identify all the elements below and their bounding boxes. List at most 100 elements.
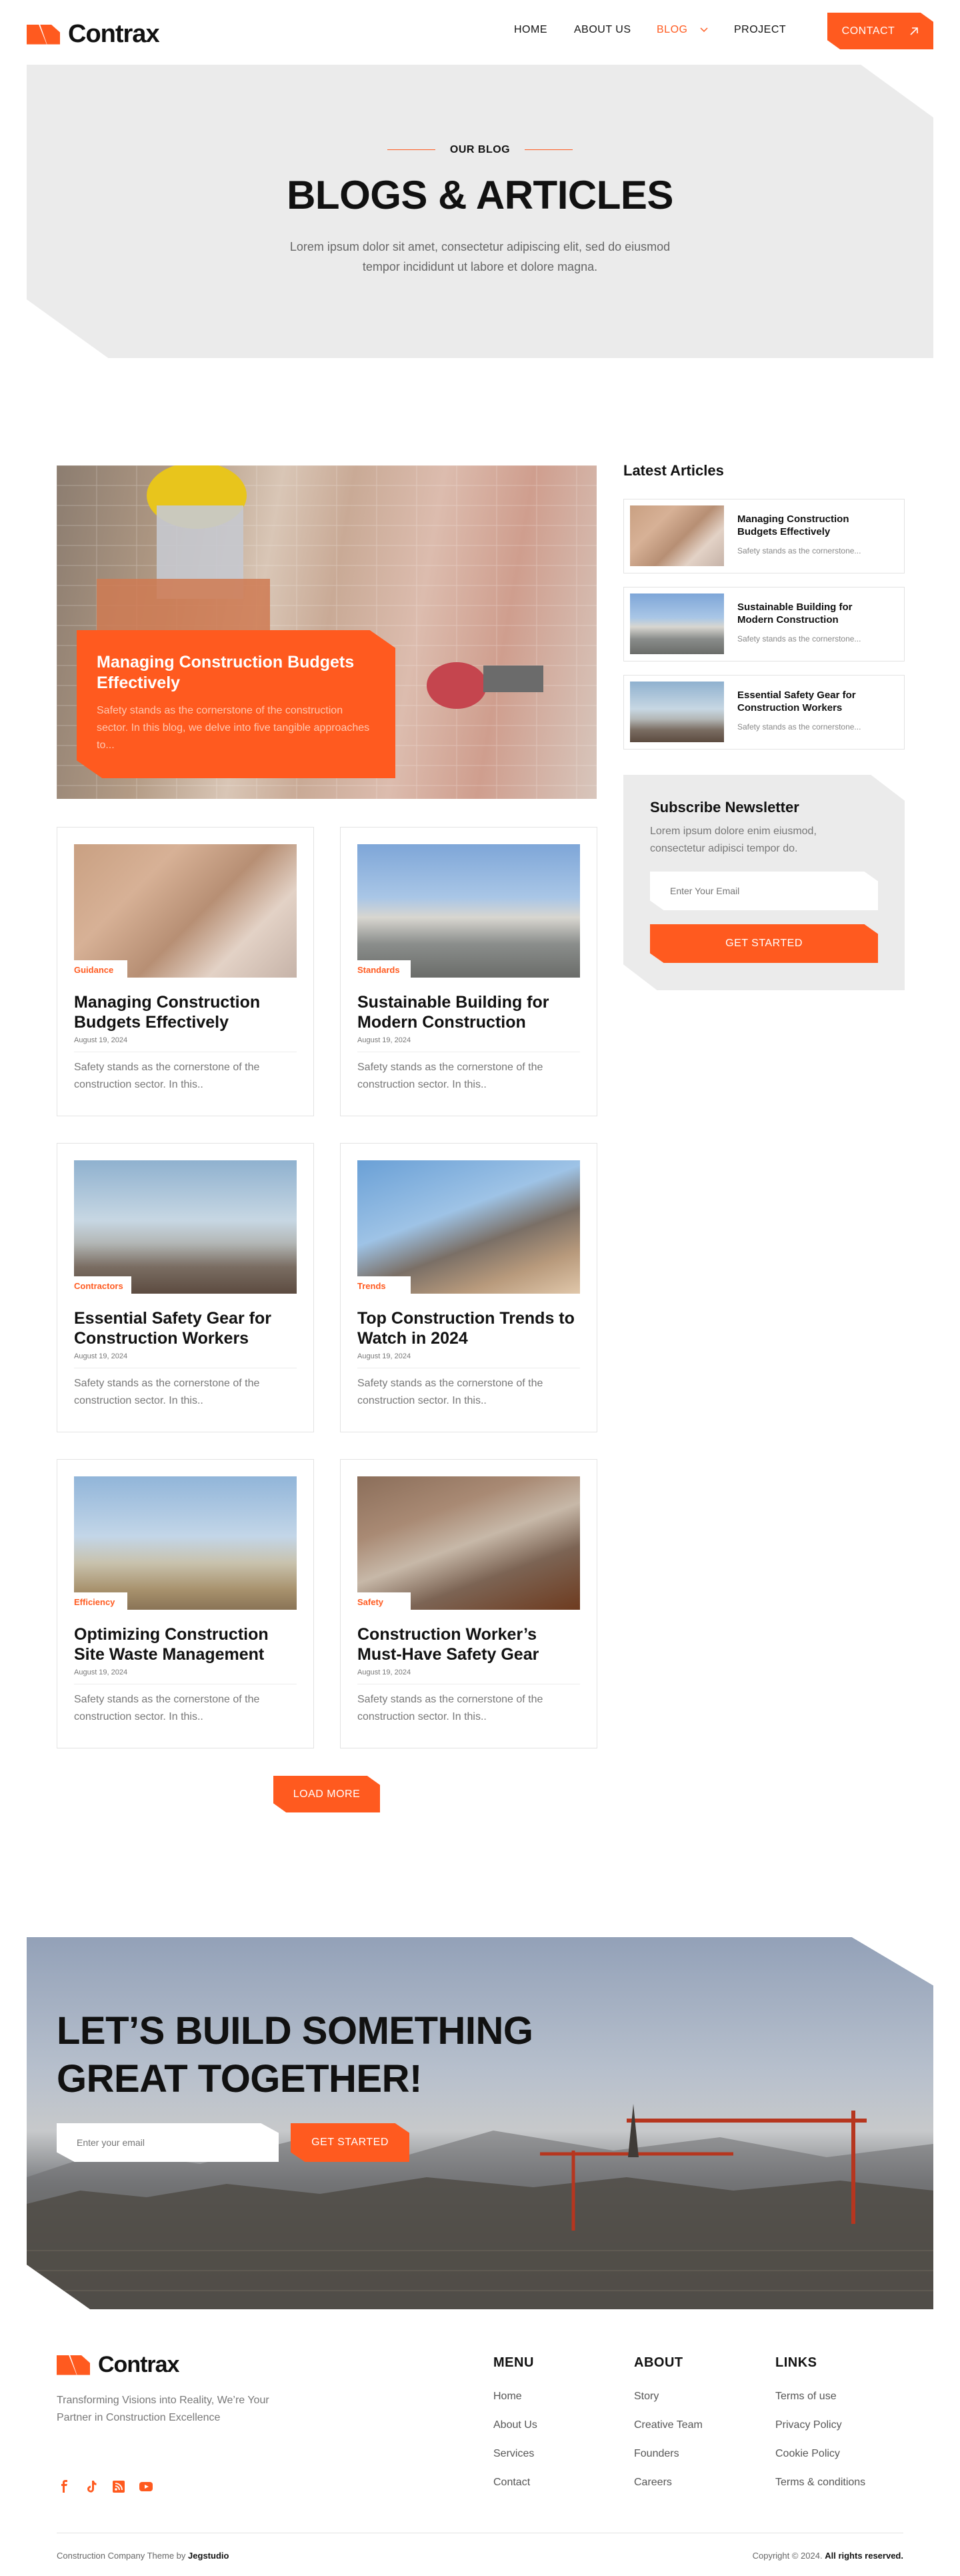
- latest-article-title[interactable]: Essential Safety Gear for Construction W…: [737, 689, 891, 714]
- latest-article-item[interactable]: Sustainable Building for Modern Construc…: [623, 587, 905, 662]
- hero-eyebrow-label: OUR BLOG: [449, 144, 511, 155]
- post-excerpt: Safety stands as the cornerstone of the …: [357, 1378, 543, 1406]
- brand-name: Contrax: [68, 20, 160, 48]
- footer-copyright-rest: All rights reserved.: [825, 2551, 903, 2561]
- post-card[interactable]: Contractors Essential Safety Gear for Co…: [57, 1143, 314, 1432]
- post-tag[interactable]: Standards: [357, 960, 411, 979]
- footer-tagline: Transforming Visions into Reality, We’re…: [57, 2395, 269, 2423]
- page-title: BLOGS & ARTICLES: [287, 173, 673, 217]
- footer-link-privacy-policy[interactable]: Privacy Policy: [775, 2419, 842, 2431]
- logo-mark-icon: [57, 2355, 91, 2375]
- load-more-label: LOAD MORE: [293, 1788, 361, 1800]
- nav-home[interactable]: HOME: [514, 24, 547, 36]
- latest-article-excerpt: Safety stands as the cornerstone...: [737, 634, 861, 643]
- post-image[interactable]: [74, 1476, 297, 1610]
- chevron-down-icon: [700, 27, 708, 32]
- footer-link-about-us[interactable]: About Us: [493, 2419, 537, 2431]
- footer-link-story[interactable]: Story: [634, 2391, 659, 2403]
- post-excerpt: Safety stands as the cornerstone of the …: [357, 1694, 543, 1722]
- newsletter-submit-button[interactable]: GET STARTED: [650, 924, 878, 963]
- newsletter-text: Lorem ipsum dolore enim eiusmod, consect…: [650, 826, 817, 854]
- post-date: August 19, 2024: [357, 1036, 411, 1044]
- footer-link-founders[interactable]: Founders: [634, 2448, 679, 2460]
- load-more-button[interactable]: LOAD MORE: [273, 1776, 380, 1812]
- newsletter-box: Subscribe Newsletter Lorem ipsum dolore …: [623, 775, 905, 990]
- cta-submit-button[interactable]: GET STARTED: [291, 2123, 409, 2162]
- post-card[interactable]: Guidance Managing Construction Budgets E…: [57, 827, 314, 1116]
- post-card[interactable]: Safety Construction Worker’s Must-Have S…: [340, 1459, 597, 1748]
- latest-article-thumb[interactable]: [630, 505, 724, 566]
- latest-articles-heading: Latest Articles: [623, 462, 724, 479]
- rss-icon[interactable]: [111, 2479, 126, 2494]
- nav-blog[interactable]: BLOG: [657, 24, 708, 36]
- latest-article-thumb[interactable]: [630, 593, 724, 654]
- footer-credit-brand[interactable]: Jegstudio: [188, 2551, 229, 2561]
- latest-article-item[interactable]: Essential Safety Gear for Construction W…: [623, 675, 905, 750]
- footer-menu-heading: MENU: [493, 2355, 534, 2370]
- footer-about-heading: ABOUT: [634, 2355, 683, 2370]
- footer-link-services[interactable]: Services: [493, 2448, 534, 2460]
- cta-title: LET’S BUILD SOMETHING GREAT TOGETHER!: [57, 2007, 533, 2103]
- cta-email-input[interactable]: [57, 2123, 279, 2162]
- newsletter-email-input[interactable]: [650, 872, 878, 910]
- nav-project[interactable]: PROJECT: [734, 24, 786, 36]
- rss-glyph: [113, 2481, 125, 2493]
- cta-title-line2: GREAT TOGETHER!: [57, 2057, 422, 2101]
- tiktok-glyph: [87, 2481, 97, 2493]
- post-excerpt: Safety stands as the cornerstone of the …: [74, 1378, 260, 1406]
- latest-article-title[interactable]: Managing Construction Budgets Effectivel…: [737, 513, 891, 538]
- post-date: August 19, 2024: [357, 1668, 411, 1676]
- cta-title-line1: LET’S BUILD SOMETHING: [57, 2009, 533, 2053]
- nav-about-us[interactable]: ABOUT US: [574, 24, 631, 36]
- footer-link-contact[interactable]: Contact: [493, 2477, 530, 2489]
- post-title[interactable]: Optimizing Construction Site Waste Manag…: [74, 1624, 301, 1664]
- post-title[interactable]: Construction Worker’s Must-Have Safety G…: [357, 1624, 584, 1664]
- contact-button[interactable]: CONTACT: [827, 13, 933, 49]
- post-title[interactable]: Managing Construction Budgets Effectivel…: [74, 992, 301, 1032]
- footer-link-cookie-policy[interactable]: Cookie Policy: [775, 2448, 840, 2460]
- footer-link-careers[interactable]: Careers: [634, 2477, 672, 2489]
- latest-article-item[interactable]: Managing Construction Budgets Effectivel…: [623, 499, 905, 573]
- post-image[interactable]: [74, 844, 297, 978]
- post-title[interactable]: Essential Safety Gear for Construction W…: [74, 1308, 301, 1348]
- latest-article-excerpt: Safety stands as the cornerstone...: [737, 546, 861, 555]
- footer-link-terms-conditions[interactable]: Terms & conditions: [775, 2477, 865, 2489]
- cta-submit-label: GET STARTED: [311, 2137, 389, 2148]
- post-tag[interactable]: Contractors: [74, 1276, 131, 1295]
- post-tag[interactable]: Guidance: [74, 960, 127, 979]
- post-title[interactable]: Top Construction Trends to Watch in 2024: [357, 1308, 584, 1348]
- post-card[interactable]: Standards Sustainable Building for Moder…: [340, 827, 597, 1116]
- youtube-glyph: [139, 2482, 153, 2491]
- post-title[interactable]: Sustainable Building for Modern Construc…: [357, 992, 584, 1032]
- post-card[interactable]: Efficiency Optimizing Construction Site …: [57, 1459, 314, 1748]
- latest-article-thumb[interactable]: [630, 682, 724, 742]
- post-image[interactable]: [74, 1160, 297, 1294]
- youtube-icon[interactable]: [139, 2479, 153, 2494]
- post-date: August 19, 2024: [74, 1668, 128, 1676]
- nav-blog-label: BLOG: [657, 24, 688, 35]
- footer-link-creative-team[interactable]: Creative Team: [634, 2419, 703, 2431]
- latest-article-title[interactable]: Sustainable Building for Modern Construc…: [737, 601, 891, 626]
- hero-eyebrow: OUR BLOG: [0, 144, 960, 156]
- hero-subtitle: Lorem ipsum dolor sit amet, consectetur …: [289, 240, 671, 273]
- facebook-icon[interactable]: [57, 2479, 71, 2494]
- post-tag[interactable]: Safety: [357, 1592, 411, 1611]
- brand-logo[interactable]: Contrax: [27, 20, 160, 49]
- post-image[interactable]: [357, 844, 580, 978]
- post-image[interactable]: [357, 1476, 580, 1610]
- featured-caption[interactable]: Managing Construction Budgets Effectivel…: [77, 630, 395, 778]
- post-tag[interactable]: Efficiency: [74, 1592, 127, 1611]
- tiktok-icon[interactable]: [84, 2479, 99, 2494]
- newsletter-submit-label: GET STARTED: [725, 938, 803, 949]
- latest-article-excerpt: Safety stands as the cornerstone...: [737, 722, 861, 732]
- footer-link-home[interactable]: Home: [493, 2391, 522, 2403]
- footer-brand-name: Contrax: [98, 2352, 179, 2377]
- post-tag[interactable]: Trends: [357, 1276, 411, 1295]
- footer-link-terms-of-use[interactable]: Terms of use: [775, 2391, 837, 2403]
- post-excerpt: Safety stands as the cornerstone of the …: [74, 1694, 260, 1722]
- featured-title[interactable]: Managing Construction Budgets Effectivel…: [97, 652, 377, 694]
- post-card[interactable]: Trends Top Construction Trends to Watch …: [340, 1143, 597, 1432]
- post-image[interactable]: [357, 1160, 580, 1294]
- footer-copyright-prefix: Copyright © 2024.: [752, 2551, 823, 2561]
- footer-logo[interactable]: Contrax: [57, 2352, 179, 2378]
